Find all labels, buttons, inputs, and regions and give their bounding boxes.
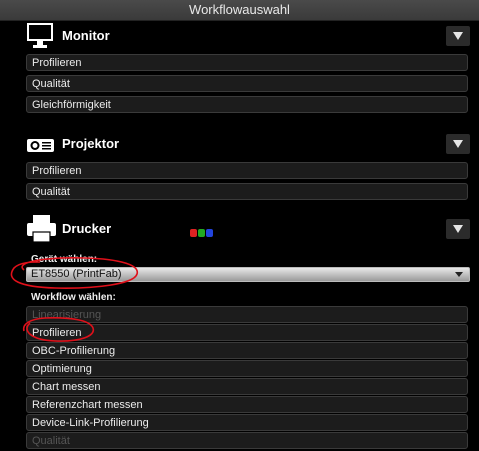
printer-status-badges — [190, 224, 214, 242]
projector-collapse-button[interactable] — [446, 134, 470, 154]
printer-linearisierung: Linearisierung — [26, 306, 468, 323]
printer-chart-messen[interactable]: Chart messen — [26, 378, 468, 395]
chevron-down-icon — [455, 272, 463, 277]
device-select[interactable]: ET8550 (PrintFab) — [26, 267, 470, 282]
printer-qualitaet: Qualität — [26, 432, 468, 449]
projector-qualitaet[interactable]: Qualität — [26, 183, 468, 200]
monitor-profilieren[interactable]: Profilieren — [26, 54, 468, 71]
projector-section-header: Projektor — [26, 130, 470, 160]
printer-optimierung[interactable]: Optimierung — [26, 360, 468, 377]
projector-profilieren[interactable]: Profilieren — [26, 162, 468, 179]
printer-referenzchart-messen[interactable]: Referenzchart messen — [26, 396, 468, 413]
printer-section-header: Drucker — [26, 215, 470, 245]
monitor-title: Monitor — [62, 28, 110, 43]
printer-device-link-profilierung[interactable]: Device-Link-Profilierung — [26, 414, 468, 431]
monitor-collapse-button[interactable] — [446, 26, 470, 46]
green-badge-icon — [198, 229, 205, 237]
printer-obc-profilierung[interactable]: OBC-Profilierung — [26, 342, 468, 359]
monitor-icon — [27, 23, 53, 48]
workflow-label: Workflow wählen: — [31, 292, 116, 303]
projector-icon — [27, 139, 54, 152]
projector-title: Projektor — [62, 136, 120, 151]
window-title: Workflowauswahl — [0, 0, 479, 21]
monitor-section-header: Monitor — [26, 22, 470, 52]
blue-badge-icon — [206, 229, 213, 237]
printer-icon — [27, 215, 56, 243]
red-badge-icon — [190, 229, 197, 237]
device-select-value: ET8550 (PrintFab) — [31, 268, 122, 280]
monitor-gleichfoermigkeit[interactable]: Gleichförmigkeit — [26, 96, 468, 113]
device-label: Gerät wählen: — [31, 254, 98, 265]
printer-profilieren[interactable]: Profilieren — [26, 324, 468, 341]
monitor-qualitaet[interactable]: Qualität — [26, 75, 468, 92]
printer-title: Drucker — [62, 221, 112, 236]
printer-collapse-button[interactable] — [446, 219, 470, 239]
